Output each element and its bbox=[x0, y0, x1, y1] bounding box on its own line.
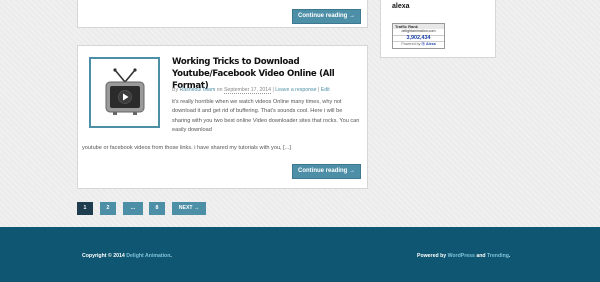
author-link[interactable]: Rashedul Islam bbox=[180, 87, 216, 93]
powered-period: . bbox=[508, 253, 511, 259]
post-excerpt: it's really horrible when we watch video… bbox=[172, 99, 360, 134]
meta-by: By bbox=[172, 87, 179, 93]
post-meta: By Rashedul Islam on September 17, 2014 … bbox=[172, 87, 330, 94]
edit-link[interactable]: Edit bbox=[321, 87, 330, 93]
and-text: and bbox=[476, 253, 486, 259]
page-8-button[interactable]: 8 bbox=[149, 202, 165, 215]
footer-copyright: Copyright © 2014 Delight Animation. bbox=[82, 253, 172, 259]
page-ellipsis: ... bbox=[123, 202, 143, 215]
sidebar-heading: alexa bbox=[392, 3, 410, 10]
alexa-rank-badge[interactable]: Traffic Rank delightanimation.com 3,902,… bbox=[392, 23, 445, 49]
meta-on: on bbox=[216, 87, 223, 93]
powered-by-text: Powered by bbox=[417, 253, 447, 259]
sidebar-alexa-widget: alexa Traffic Rank delightanimation.com … bbox=[380, 0, 496, 58]
copyright-text: Copyright © 2014 bbox=[82, 253, 125, 259]
wordpress-link[interactable]: WordPress bbox=[448, 253, 475, 259]
alexa-logo-icon: ⓐ bbox=[421, 42, 425, 47]
page-2-button[interactable]: 2 bbox=[100, 202, 116, 215]
post-thumbnail[interactable] bbox=[89, 57, 160, 128]
post-date: September 17, 2014 bbox=[223, 87, 271, 94]
site-name-link[interactable]: Delight Animation bbox=[126, 253, 170, 259]
alexa-brand: Alexa bbox=[425, 42, 436, 47]
previous-post-card: Continue reading → bbox=[77, 0, 368, 28]
footer-powered-by: Powered by WordPress and Trending. bbox=[417, 253, 510, 259]
continue-reading-button[interactable]: Continue reading → bbox=[292, 9, 361, 24]
theme-link[interactable]: Trending bbox=[487, 253, 509, 259]
next-page-button[interactable]: NEXT → bbox=[172, 202, 206, 215]
meta-separator: | bbox=[317, 87, 320, 93]
site-footer: Copyright © 2014 Delight Animation. Powe… bbox=[0, 227, 600, 282]
post-excerpt-continued: youtube or facebook videos from those li… bbox=[82, 145, 291, 151]
alexa-powered: Powered by ⓐ Alexa bbox=[393, 42, 444, 47]
meta-separator: | bbox=[272, 87, 274, 93]
continue-reading-button[interactable]: Continue reading → bbox=[292, 164, 361, 179]
leave-response-link[interactable]: Leave a response bbox=[275, 87, 316, 93]
copyright-period: . bbox=[170, 253, 172, 259]
page-1-button[interactable]: 1 bbox=[77, 202, 93, 215]
post-card: Working Tricks to Download Youtube/Faceb… bbox=[77, 45, 368, 189]
alexa-powered-label: Powered by bbox=[401, 42, 421, 47]
tv-play-icon bbox=[105, 68, 145, 115]
